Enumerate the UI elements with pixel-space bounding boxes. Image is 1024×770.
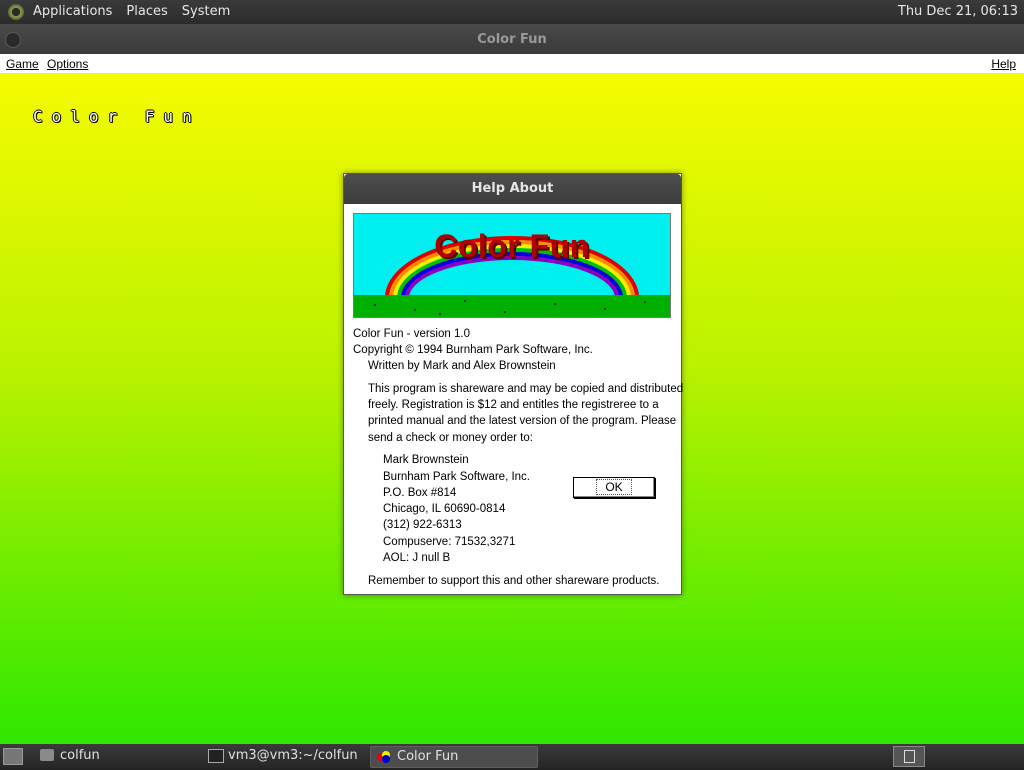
workspace-switcher[interactable] [893, 746, 925, 767]
clock[interactable]: Thu Dec 21, 06:13 [898, 0, 1018, 24]
help-about-dialog: Help About Color Fun Color Fun - version… [343, 173, 684, 595]
footer-text: Remember to support this and other share… [368, 575, 660, 587]
shareware-line-2: freely. Registration is $12 and entitles… [368, 399, 659, 411]
taskbar-item-colorfun[interactable]: Color Fun [370, 746, 538, 768]
taskbar: colfun vm3@vm3:~/colfun Color Fun [0, 744, 1024, 768]
taskbar-item-label: vm3@vm3:~/colfun [228, 748, 358, 763]
menu-system[interactable]: System [175, 0, 237, 24]
menu-game[interactable]: Game [6, 57, 39, 71]
top-panel: Applications Places System Thu Dec 21, 0… [0, 0, 1024, 24]
copyright-text: Copyright © 1994 Burnham Park Software, … [353, 344, 593, 356]
shareware-line-1: This program is shareware and may be cop… [368, 383, 684, 395]
window-title: Color Fun [477, 32, 547, 47]
menu-help[interactable]: Help [991, 57, 1016, 71]
taskbar-item-terminal[interactable]: vm3@vm3:~/colfun [202, 746, 388, 766]
window-titlebar[interactable]: Color Fun [0, 24, 1024, 54]
taskbar-item-label: colfun [60, 748, 100, 763]
address-line: Mark Brownstein [383, 454, 469, 466]
workspace-icon [904, 750, 915, 763]
folder-icon [40, 749, 54, 761]
menu-applications[interactable]: Applications [26, 0, 119, 24]
menu-options[interactable]: Options [47, 57, 88, 71]
address-line: AOL: J null B [383, 552, 451, 564]
authors-text: Written by Mark and Alex Brownstein [368, 360, 556, 372]
dialog-title[interactable]: Help About [344, 174, 681, 204]
address-line: (312) 922-6313 [383, 519, 462, 531]
color-fun-banner-image: Color Fun [353, 213, 671, 318]
address-line: P.O. Box #814 [383, 487, 457, 499]
menubar: Game Options Help [0, 54, 1024, 73]
ok-button[interactable]: OK [573, 477, 655, 498]
menu-places[interactable]: Places [119, 0, 174, 24]
address-line: Chicago, IL 60690-0814 [383, 503, 506, 515]
show-desktop-icon[interactable] [3, 748, 23, 765]
taskbar-item-label: Color Fun [397, 749, 459, 764]
address-line: Burnham Park Software, Inc. [383, 471, 531, 483]
ok-button-label: OK [596, 479, 632, 495]
gnome-logo-icon[interactable] [8, 4, 24, 20]
address-line: Compuserve: 71532,3271 [383, 536, 516, 548]
taskbar-item-folder[interactable]: colfun [34, 746, 220, 766]
version-text: Color Fun - version 1.0 [353, 328, 470, 340]
window-menu-icon[interactable] [5, 32, 21, 48]
shareware-line-3: printed manual and the latest version of… [368, 415, 677, 427]
colorfun-app-icon [377, 750, 391, 763]
banner-title: Color Fun [434, 228, 590, 264]
terminal-icon [208, 749, 224, 763]
shareware-line-4: send a check or money order to: [368, 432, 533, 444]
game-title: Color Fun [33, 107, 201, 126]
